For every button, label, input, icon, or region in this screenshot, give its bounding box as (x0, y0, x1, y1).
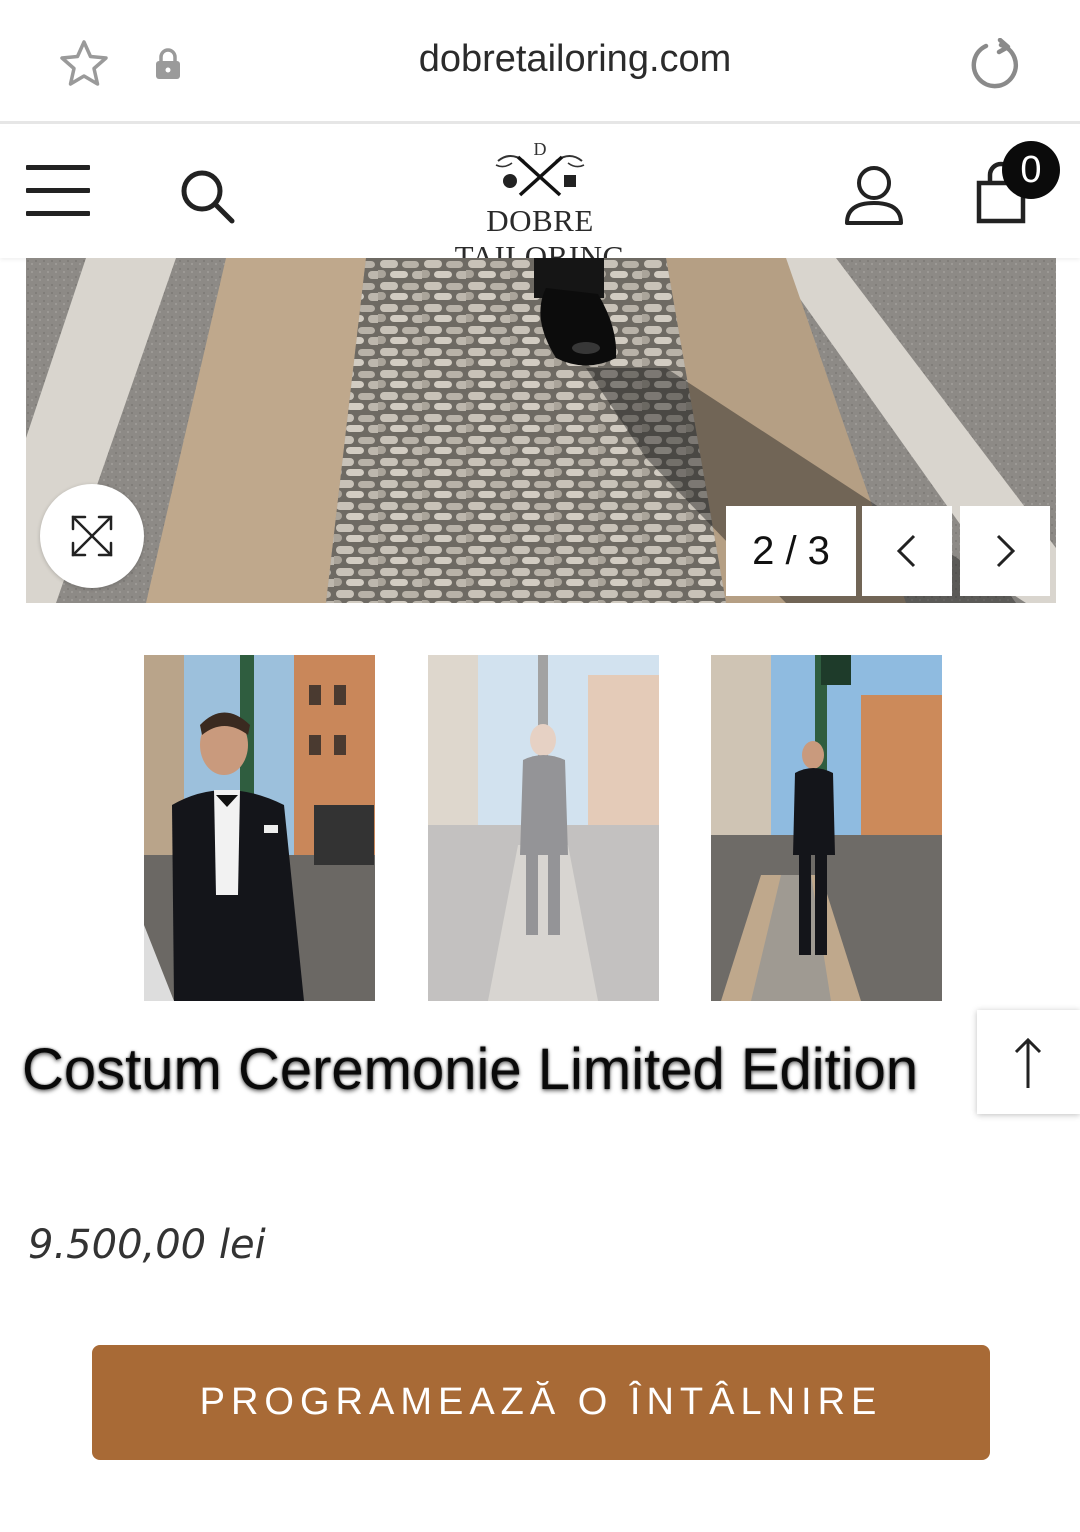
thumbnail-photo-walking (428, 655, 659, 1001)
hamburger-menu-icon[interactable] (26, 165, 90, 219)
previous-slide-button[interactable] (862, 506, 952, 596)
logo-emblem-icon: D (495, 139, 585, 197)
expand-icon (71, 515, 113, 557)
search-icon[interactable] (178, 167, 236, 225)
site-header: D DOBRE TAILORING 0 (0, 127, 1080, 274)
product-title: Costum Ceremonie Limited Edition (22, 1037, 919, 1102)
url-text[interactable]: dobretailoring.com (340, 38, 810, 81)
browser-address-bar: dobretailoring.com (0, 0, 1080, 124)
chevron-left-icon (896, 534, 916, 568)
arrow-up-icon (1014, 1037, 1042, 1088)
product-price: 9.500,00 lei (28, 1222, 266, 1268)
reload-icon[interactable] (968, 38, 1022, 92)
star-outline-icon[interactable] (58, 38, 110, 90)
brand-logo[interactable]: D DOBRE TAILORING (404, 139, 676, 274)
next-slide-button[interactable] (960, 506, 1050, 596)
thumbnail-3[interactable] (711, 655, 942, 1001)
slide-counter: 2 / 3 (726, 506, 856, 596)
cart-count-badge[interactable]: 0 (1002, 141, 1060, 199)
back-to-top-button[interactable] (977, 1010, 1080, 1114)
account-icon[interactable] (842, 163, 906, 227)
book-appointment-button[interactable]: PROGRAMEAZĂ O ÎNTÂLNIRE (92, 1345, 990, 1460)
thumbnail-2[interactable] (428, 655, 659, 1001)
lock-icon (156, 48, 180, 79)
svg-text:D: D (534, 139, 547, 159)
thumbnail-photo-closeup (144, 655, 375, 1001)
chevron-right-icon (996, 534, 1016, 568)
thumbnail-1[interactable] (144, 655, 375, 1001)
zoom-button[interactable] (40, 484, 144, 588)
thumbnail-photo-standing (711, 655, 942, 1001)
